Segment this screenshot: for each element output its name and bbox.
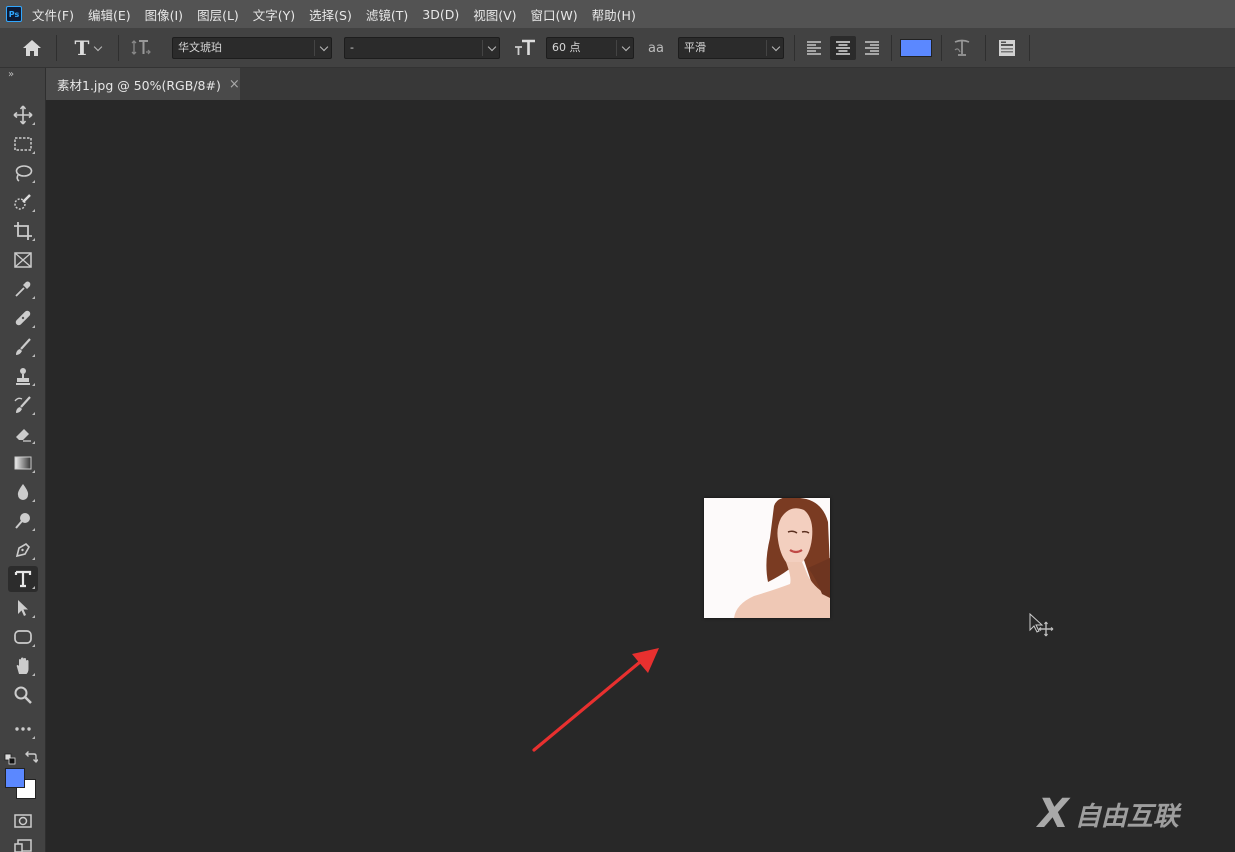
annotation-arrow <box>532 648 659 752</box>
watermark: X 自由互联 <box>1038 791 1179 837</box>
watermark-text: 自由互联 <box>1074 801 1179 832</box>
move-cursor-icon <box>1029 613 1054 637</box>
watermark-logo-icon: X <box>1038 791 1069 837</box>
